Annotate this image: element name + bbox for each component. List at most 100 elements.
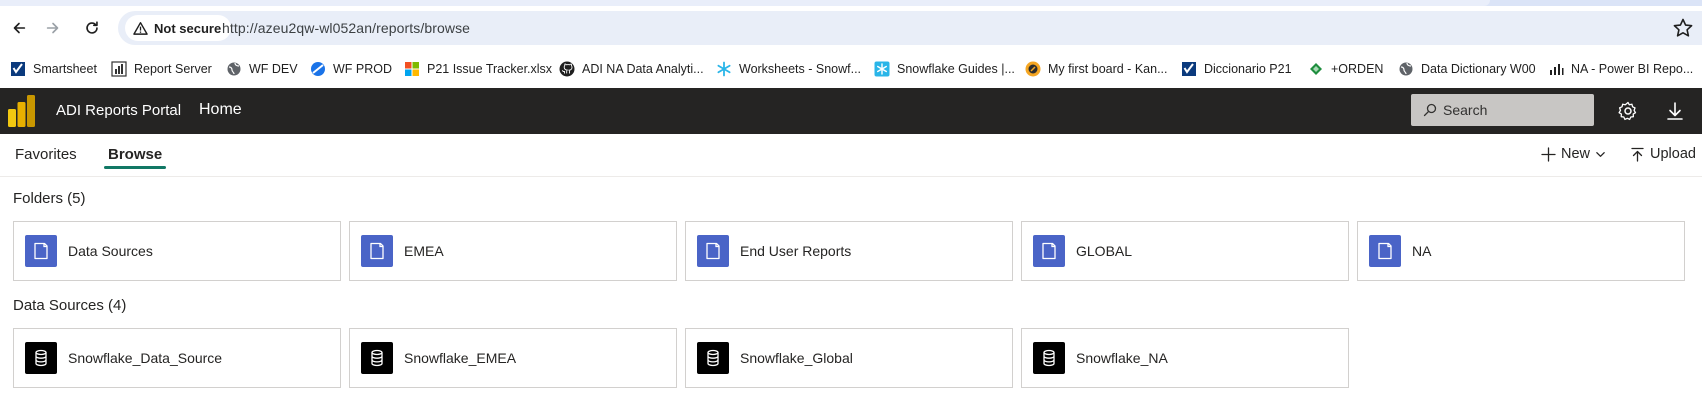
site-security-chip[interactable]: Not secure <box>125 15 232 41</box>
chevron-down-icon <box>1596 151 1605 157</box>
bookmark-item[interactable]: Data Dictionary W00 <box>1398 59 1536 79</box>
home-link[interactable]: Home <box>199 101 242 119</box>
back-arrow-icon <box>13 22 26 34</box>
bookmark-item[interactable]: My first board - Kan... <box>1025 59 1167 79</box>
search-icon <box>1423 103 1437 117</box>
globe-icon <box>226 61 242 77</box>
folders-section-title: Folders (5) <box>13 190 86 207</box>
bookmark-item[interactable]: Report Server <box>111 59 212 79</box>
bookmark-label: +ORDEN <box>1331 62 1384 76</box>
data-source-tile[interactable]: Snowflake_NA <box>1021 328 1349 388</box>
blue-globe-icon <box>310 61 326 77</box>
folder-name: EMEA <box>404 243 444 259</box>
bookmark-label: Smartsheet <box>33 62 97 76</box>
database-icon <box>1033 342 1065 374</box>
data-source-tile[interactable]: Snowflake_Global <box>685 328 1013 388</box>
forward-arrow-icon <box>46 22 59 34</box>
bookmark-item[interactable]: WF PROD <box>310 59 392 79</box>
bookmark-label: My first board - Kan... <box>1048 62 1168 76</box>
bookmark-item[interactable]: +ORDEN <box>1308 59 1383 79</box>
bookmark-item[interactable]: Worksheets - Snowf... <box>716 59 861 79</box>
bookmark-label: Worksheets - Snowf... <box>739 62 862 76</box>
power-bi-logo-icon[interactable] <box>8 95 36 127</box>
folder-icon <box>361 235 393 267</box>
bookmark-label: Diccionario P21 <box>1204 62 1292 76</box>
tab-favorites[interactable]: Favorites <box>15 146 77 163</box>
gear-icon <box>1618 101 1637 121</box>
browser-toolbar: Not secure http://azeu2qw-wl052an/report… <box>0 6 1702 50</box>
bookmark-label: Report Server <box>134 62 212 76</box>
url-text[interactable]: http://azeu2qw-wl052an/reports/browse <box>222 20 470 36</box>
folder-icon <box>697 235 729 267</box>
upload-icon <box>1631 147 1644 162</box>
upload-label: Upload <box>1650 146 1696 162</box>
tab-browse[interactable]: Browse <box>108 146 162 163</box>
address-bar[interactable]: Not secure http://azeu2qw-wl052an/report… <box>118 11 1702 45</box>
reload-icon <box>86 21 98 34</box>
new-label: New <box>1561 146 1591 162</box>
data-source-tile[interactable]: Snowflake_EMEA <box>349 328 677 388</box>
kanban-icon <box>1025 61 1041 77</box>
bookmark-label: P21 Issue Tracker.xlsx <box>427 62 553 76</box>
bookmark-label: ADI NA Data Analyti... <box>582 62 704 76</box>
data-sources-section-title: Data Sources (4) <box>13 297 127 314</box>
folder-icon <box>25 235 57 267</box>
search-input[interactable] <box>1443 102 1583 118</box>
folder-name: End User Reports <box>740 243 852 259</box>
bookmark-star-icon[interactable] <box>1672 17 1694 39</box>
bookmark-item[interactable]: NA - Power BI Repo... <box>1548 59 1693 79</box>
bar-chart-icon <box>1548 61 1564 77</box>
bookmark-label: Snowflake Guides |... <box>897 62 1015 76</box>
folder-icon <box>1033 235 1065 267</box>
folder-tile[interactable]: GLOBAL <box>1021 221 1349 281</box>
forward-button[interactable] <box>39 14 67 42</box>
reload-button[interactable] <box>78 14 106 42</box>
database-icon <box>25 342 57 374</box>
bookmark-item[interactable]: Diccionario P21 <box>1181 59 1292 79</box>
smartsheet-icon <box>10 61 26 77</box>
bar-chart-icon <box>111 61 127 77</box>
back-button[interactable] <box>5 14 33 42</box>
data-source-name: Snowflake_EMEA <box>404 350 517 366</box>
app-header: ADI Reports Portal Home <box>0 88 1702 134</box>
bookmark-item[interactable]: Snowflake Guides |... <box>874 59 1015 79</box>
data-source-name: Snowflake_Global <box>740 350 853 366</box>
snowflake-icon <box>716 61 732 77</box>
bookmark-label: NA - Power BI Repo... <box>1571 62 1694 76</box>
bookmark-label: Data Dictionary W00 <box>1421 62 1536 76</box>
upload-button[interactable]: Upload <box>1630 146 1696 162</box>
search-box[interactable] <box>1411 94 1594 126</box>
bookmark-item[interactable]: ADI NA Data Analyti... <box>559 59 704 79</box>
bookmark-label: WF PROD <box>333 62 393 76</box>
folder-name: Data Sources <box>68 243 153 259</box>
bookmark-item[interactable]: WF DEV <box>226 59 298 79</box>
sub-navigation: Favorites Browse New Upload <box>0 134 1702 177</box>
snowflake-box-icon <box>874 61 890 77</box>
database-icon <box>361 342 393 374</box>
microsoft-icon <box>404 61 420 77</box>
folder-tile[interactable]: EMEA <box>349 221 677 281</box>
settings-button[interactable] <box>1616 99 1640 123</box>
plus-icon <box>1541 146 1556 162</box>
security-label: Not secure <box>154 20 222 36</box>
bookmark-item[interactable]: Smartsheet <box>10 59 97 79</box>
bookmark-label: WF DEV <box>249 62 298 76</box>
folder-tile[interactable]: NA <box>1357 221 1685 281</box>
download-icon <box>1667 102 1683 120</box>
active-tab-indicator <box>104 166 166 169</box>
data-source-name: Snowflake_NA <box>1076 350 1168 366</box>
bookmark-item[interactable]: P21 Issue Tracker.xlsx <box>404 59 552 79</box>
warning-triangle-icon <box>133 21 148 35</box>
download-button[interactable] <box>1663 99 1687 123</box>
bookmarks-bar: Smartsheet Report Server WF DEV WF PROD … <box>0 50 1702 88</box>
new-button[interactable]: New <box>1541 146 1606 162</box>
github-icon <box>559 61 575 77</box>
app-title[interactable]: ADI Reports Portal <box>56 102 181 119</box>
folder-name: NA <box>1412 243 1432 259</box>
folder-name: GLOBAL <box>1076 243 1133 259</box>
folder-tile[interactable]: End User Reports <box>685 221 1013 281</box>
folder-tile[interactable]: Data Sources <box>13 221 341 281</box>
folder-icon <box>1369 235 1401 267</box>
data-source-name: Snowflake_Data_Source <box>68 350 223 366</box>
data-source-tile[interactable]: Snowflake_Data_Source <box>13 328 341 388</box>
